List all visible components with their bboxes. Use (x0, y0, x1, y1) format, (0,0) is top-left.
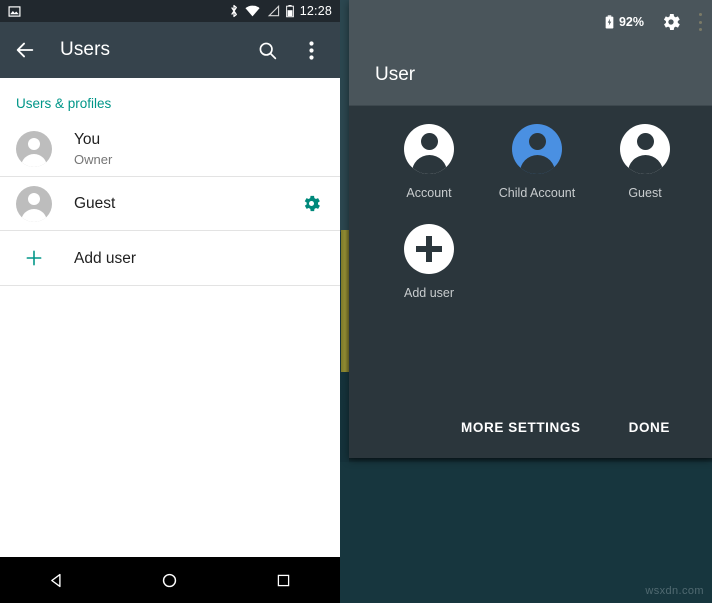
overlay-header: User (349, 44, 712, 106)
app-bar-actions (254, 37, 328, 63)
users-list: Users & profiles You Owner Guest Add use… (0, 78, 340, 286)
panel-drop-shadow (349, 458, 712, 463)
list-item-text: Guest (74, 194, 115, 213)
background-lower-area (340, 462, 712, 603)
user-label: Child Account (498, 186, 576, 200)
wifi-icon (245, 5, 260, 17)
user-label: Guest (628, 186, 662, 200)
section-header-users-profiles: Users & profiles (16, 96, 112, 111)
page-title: Users (60, 39, 111, 60)
user-cell-child-account[interactable]: Child Account (483, 124, 591, 200)
list-item-subtitle: Owner (74, 151, 113, 167)
plus-circle-icon (404, 224, 454, 274)
battery-status: 92% (605, 15, 644, 29)
account-avatar-icon (512, 124, 562, 174)
user-grid-row-2: Add user (349, 224, 712, 300)
user-label: Account (406, 186, 452, 200)
user-grid-row-1: Account Child Account Guest (349, 124, 712, 200)
list-item-title: Guest (74, 195, 116, 212)
settings-gear-icon[interactable] (660, 11, 682, 33)
overlay-status-bar: 92% (349, 0, 712, 44)
status-clock: 12:28 (299, 4, 332, 18)
list-item-text: You Owner (74, 130, 112, 168)
user-switcher-body: Account Child Account Guest Add user (349, 106, 712, 300)
account-avatar-icon (16, 185, 52, 222)
settings-gear-icon[interactable] (298, 191, 324, 217)
list-item-guest[interactable]: Guest (0, 176, 340, 231)
user-cell-guest[interactable]: Guest (591, 124, 699, 200)
nav-recents-square-icon[interactable] (253, 560, 313, 600)
more-settings-button[interactable]: MORE SETTINGS (459, 414, 583, 441)
battery-icon (285, 4, 294, 18)
battery-percent-label: 92% (618, 15, 644, 29)
bluetooth-icon (229, 4, 239, 18)
status-notification-area (8, 5, 21, 18)
user-cell-add-user[interactable]: Add user (375, 224, 483, 300)
signal-icon (266, 4, 280, 17)
right-phone-screenshot: 92% User Account Child Account Guest Add… (340, 0, 712, 603)
battery-charging-icon (605, 15, 614, 29)
status-system-icons: 12:28 (229, 4, 332, 18)
overlay-action-bar: MORE SETTINGS DONE (349, 396, 712, 458)
account-avatar-icon (620, 124, 670, 174)
list-item-add-user[interactable]: Add user (0, 231, 340, 286)
overflow-menu-icon[interactable] (298, 37, 324, 63)
image-icon (8, 5, 21, 18)
nav-back-triangle-icon[interactable] (27, 560, 87, 600)
overflow-menu-icon[interactable] (698, 13, 702, 31)
user-cell-account[interactable]: Account (375, 124, 483, 200)
screenshot-stage: 12:28 Users Users & profiles You Owner G… (0, 0, 712, 603)
left-phone-screenshot: 12:28 Users Users & profiles You Owner G… (0, 0, 340, 603)
account-avatar-icon (16, 130, 52, 167)
list-item-title: Add user (74, 249, 137, 267)
overlay-title: User (375, 63, 416, 85)
search-icon[interactable] (254, 37, 280, 63)
nav-home-circle-icon[interactable] (140, 560, 200, 600)
back-arrow-icon[interactable] (12, 37, 38, 63)
list-item-text: Add user (74, 249, 136, 268)
account-avatar-icon (404, 124, 454, 174)
done-button[interactable]: DONE (627, 414, 672, 441)
list-item-title: You (74, 130, 101, 148)
left-app-bar: Users (0, 22, 340, 78)
android-navigation-bar (0, 557, 340, 603)
left-status-bar: 12:28 (0, 0, 340, 22)
list-item-you[interactable]: You Owner (0, 121, 340, 176)
watermark: wsxdn.com (645, 585, 704, 597)
plus-icon (16, 248, 52, 268)
user-label: Add user (403, 286, 455, 300)
background-app-edge (340, 0, 349, 232)
user-switcher-panel: 92% User Account Child Account Guest Add… (349, 0, 712, 458)
